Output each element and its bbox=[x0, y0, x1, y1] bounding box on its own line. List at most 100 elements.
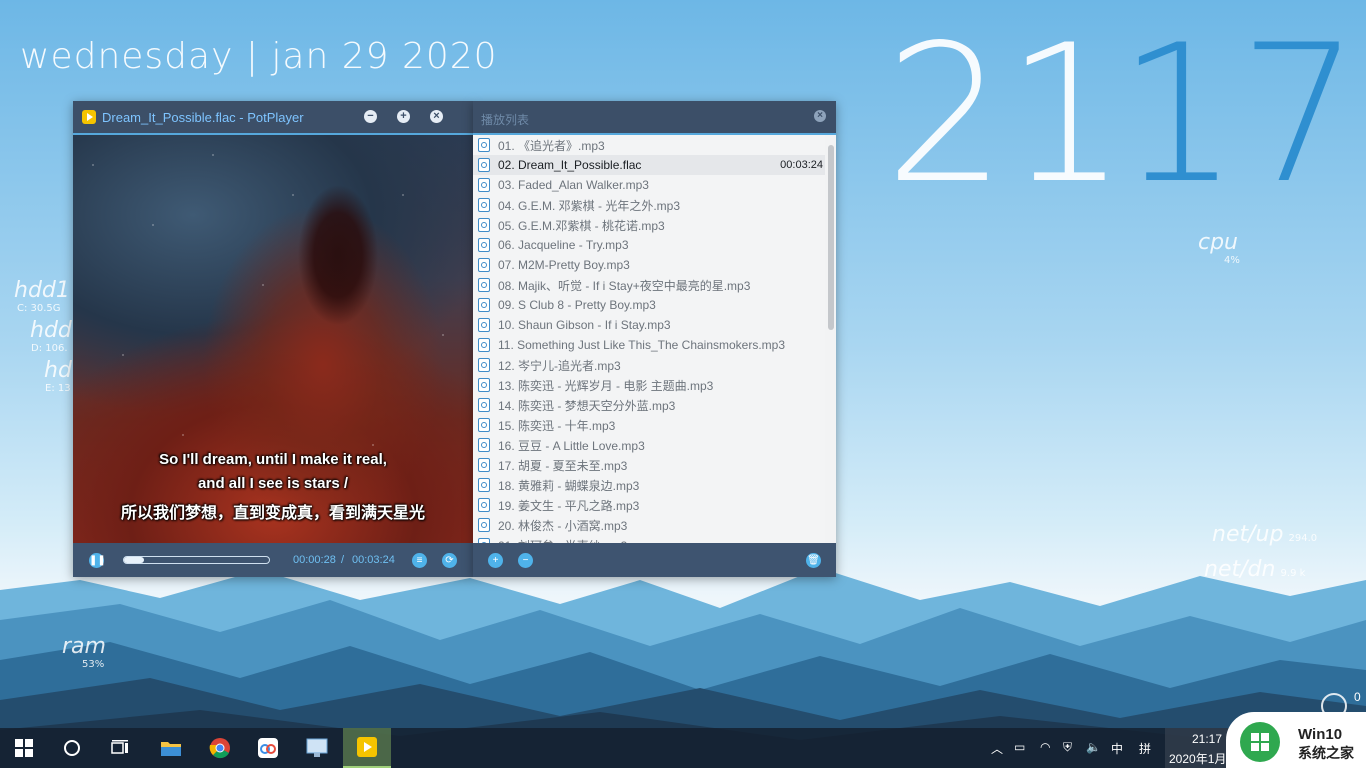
audio-file-icon bbox=[478, 138, 490, 152]
playlist-item-label: 06. Jacqueline - Try.mp3 bbox=[498, 238, 629, 252]
audio-file-icon bbox=[478, 178, 490, 192]
playlist-item[interactable]: 12. 岑宁儿-追光者.mp3 bbox=[473, 355, 825, 375]
playlist-item[interactable]: 11. Something Just Like This_The Chainsm… bbox=[473, 335, 825, 355]
audio-file-icon bbox=[478, 518, 490, 532]
playlist-item[interactable]: 15. 陈奕迅 - 十年.mp3 bbox=[473, 415, 825, 435]
desktop-clock-hours: 21 bbox=[885, 4, 1127, 225]
seek-bar[interactable] bbox=[123, 556, 270, 564]
playlist-panel[interactable]: 播放列表 × 01. 《追光者》.mp3 02. Dream_It_Possibl… bbox=[473, 101, 836, 577]
playlist-toggle-button[interactable]: ≡ bbox=[412, 553, 427, 568]
file-explorer-button[interactable] bbox=[147, 728, 195, 768]
playlist-item[interactable]: 07. M2M-Pretty Boy.mp3 bbox=[473, 255, 825, 275]
playlist-item-label: 16. 豆豆 - A Little Love.mp3 bbox=[498, 438, 645, 453]
baidu-netdisk-button[interactable] bbox=[244, 728, 292, 768]
playlist-item[interactable]: 08. Majik、听觉 - If i Stay+夜空中最亮的星.mp3 bbox=[473, 275, 825, 295]
playlist-item[interactable]: 17. 胡夏 - 夏至未至.mp3 bbox=[473, 455, 825, 475]
playlist-title: 播放列表 bbox=[481, 113, 530, 127]
volume-icon[interactable]: 🔈 bbox=[1086, 740, 1101, 754]
playlist-item[interactable]: 02. Dream_It_Possible.flac 00:03:24 bbox=[473, 155, 825, 175]
audio-file-icon bbox=[478, 238, 490, 252]
playlist-item[interactable]: 16. 豆豆 - A Little Love.mp3 bbox=[473, 435, 825, 455]
subtitle-line-3: 所以我们梦想，直到变成真，看到满天星光 bbox=[120, 505, 425, 522]
win10-logo-icon bbox=[1240, 722, 1280, 762]
battery-icon[interactable]: ▭ bbox=[1014, 740, 1025, 754]
video-area[interactable]: So I'll dream, until I make it real, and… bbox=[73, 135, 473, 543]
playlist-item[interactable]: 04. G.E.M. 邓紫棋 - 光年之外.mp3 bbox=[473, 195, 825, 215]
search-button[interactable] bbox=[48, 728, 96, 768]
taskbar-date: 2020年1月 bbox=[1169, 752, 1227, 766]
net-up-widget: net/up 294.0 bbox=[1212, 522, 1318, 547]
ime-language[interactable]: 中 bbox=[1111, 740, 1123, 757]
audio-file-icon bbox=[478, 478, 490, 492]
audio-file-icon bbox=[478, 198, 490, 212]
playlist-item-label: 08. Majik、听觉 - If i Stay+夜空中最亮的星.mp3 bbox=[498, 278, 751, 293]
control-panel-button[interactable] bbox=[293, 728, 341, 768]
folder-icon bbox=[161, 742, 181, 756]
maximize-button[interactable]: + bbox=[397, 110, 410, 123]
player-title: Dream_It_Possible.flac - PotPlayer bbox=[102, 109, 304, 125]
minimize-button[interactable]: − bbox=[364, 110, 377, 123]
playlist-item[interactable]: 06. Jacqueline - Try.mp3 bbox=[473, 235, 825, 255]
audio-file-icon bbox=[478, 338, 490, 352]
playlist-item-label: 03. Faded_Alan Walker.mp3 bbox=[498, 178, 649, 192]
show-hidden-icons-button[interactable]: ︿ bbox=[991, 740, 1003, 757]
badge-line-2: 系统之家 bbox=[1298, 745, 1354, 761]
playlist-item-label: 09. S Club 8 - Pretty Boy.mp3 bbox=[498, 298, 656, 312]
playlist-close-button[interactable]: × bbox=[814, 110, 826, 122]
chrome-icon bbox=[209, 738, 230, 759]
player-controls: ❚❚ 00:00:28 / 00:03:24 ≡ ⟳ bbox=[73, 543, 473, 577]
playlist-item[interactable]: 19. 姜文生 - 平凡之路.mp3 bbox=[473, 495, 825, 515]
shield-icon[interactable]: ⛨ bbox=[1063, 740, 1072, 755]
time-separator: / bbox=[341, 554, 345, 566]
remove-file-button[interactable]: − bbox=[518, 553, 533, 568]
playlist-list[interactable]: 01. 《追光者》.mp3 02. Dream_It_Possible.flac 0… bbox=[473, 135, 825, 543]
audio-file-icon bbox=[478, 258, 490, 272]
playlist-item-label: 11. Something Just Like This_The Chainsm… bbox=[498, 338, 786, 352]
playlist-item-duration: 00:03:24 bbox=[780, 159, 823, 171]
playlist-item-label: 14. 陈奕迅 - 梦想天空分外蓝.mp3 bbox=[498, 398, 676, 413]
task-view-button[interactable] bbox=[96, 728, 144, 768]
delete-button[interactable]: 🗑 bbox=[806, 553, 821, 568]
taskbar: ︿ ▭ ◠ ⛨ 🔈 中 拼 21:17 2020年1月 bbox=[0, 728, 1366, 768]
audio-file-icon bbox=[478, 418, 490, 432]
playlist-item[interactable]: 01. 《追光者》.mp3 bbox=[473, 135, 825, 155]
audio-file-icon bbox=[478, 438, 490, 452]
current-time: 00:00:28 bbox=[293, 554, 336, 566]
ime-mode[interactable]: 拼 bbox=[1139, 740, 1151, 757]
playlist-item[interactable]: 03. Faded_Alan Walker.mp3 bbox=[473, 175, 825, 195]
chrome-button[interactable] bbox=[196, 728, 244, 768]
potplayer-window[interactable]: Dream_It_Possible.flac - PotPlayer − + ×… bbox=[73, 101, 473, 577]
close-button[interactable]: × bbox=[430, 110, 443, 123]
audio-file-icon bbox=[478, 398, 490, 412]
audio-file-icon bbox=[478, 218, 490, 232]
playlist-item[interactable]: 20. 林俊杰 - 小酒窝.mp3 bbox=[473, 515, 825, 535]
repeat-button[interactable]: ⟳ bbox=[442, 553, 457, 568]
playlist-item[interactable]: 10. Shaun Gibson - If i Stay.mp3 bbox=[473, 315, 825, 335]
start-button[interactable] bbox=[0, 728, 48, 768]
playlist-item[interactable]: 13. 陈奕迅 - 光辉岁月 - 电影 主题曲.mp3 bbox=[473, 375, 825, 395]
search-circle-icon bbox=[64, 740, 80, 756]
playlist-item-label: 12. 岑宁儿-追光者.mp3 bbox=[498, 358, 621, 373]
potplayer-logo-icon bbox=[82, 110, 96, 124]
wifi-icon[interactable]: ◠ bbox=[1040, 740, 1050, 754]
player-titlebar[interactable]: Dream_It_Possible.flac - PotPlayer − + × bbox=[73, 101, 473, 135]
playlist-item[interactable]: 09. S Club 8 - Pretty Boy.mp3 bbox=[473, 295, 825, 315]
playlist-item[interactable]: 21. 刘珂矣 - 半壶纱.mp3 bbox=[473, 535, 825, 543]
playlist-item[interactable]: 18. 黄雅莉 - 蝴蝶泉边.mp3 bbox=[473, 475, 825, 495]
playlist-item-label: 18. 黄雅莉 - 蝴蝶泉边.mp3 bbox=[498, 478, 640, 493]
pause-button[interactable]: ❚❚ bbox=[89, 553, 106, 568]
playlist-item-label: 19. 姜文生 - 平凡之路.mp3 bbox=[498, 498, 640, 513]
potplayer-taskbar-button[interactable] bbox=[343, 728, 391, 768]
win10-watermark: Win10 系统之家 bbox=[1226, 712, 1366, 768]
audio-file-icon bbox=[478, 278, 490, 292]
net-down-widget: net/dn 9.9 k bbox=[1204, 557, 1306, 582]
corner-value: 0 bbox=[1354, 690, 1361, 704]
add-file-button[interactable]: + bbox=[488, 553, 503, 568]
playlist-item[interactable]: 14. 陈奕迅 - 梦想天空分外蓝.mp3 bbox=[473, 395, 825, 415]
audio-file-icon bbox=[478, 458, 490, 472]
playlist-item-label: 15. 陈奕迅 - 十年.mp3 bbox=[498, 418, 616, 433]
playlist-item-label: 13. 陈奕迅 - 光辉岁月 - 电影 主题曲.mp3 bbox=[498, 378, 714, 393]
playlist-scrollbar[interactable] bbox=[828, 145, 834, 330]
playlist-item-label: 20. 林俊杰 - 小酒窝.mp3 bbox=[498, 518, 628, 533]
playlist-item[interactable]: 05. G.E.M.邓紫棋 - 桃花诺.mp3 bbox=[473, 215, 825, 235]
